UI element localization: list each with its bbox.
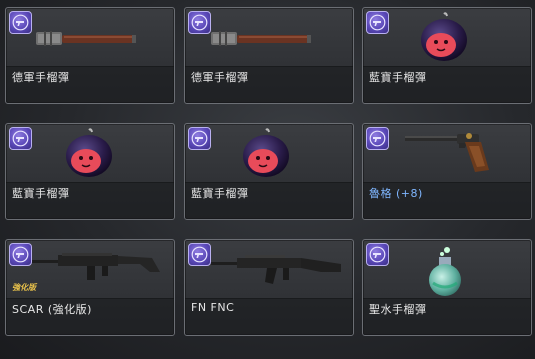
luger-pistol-icon (405, 133, 489, 172)
item-card[interactable]: 德軍手榴彈 (5, 7, 175, 104)
item-card[interactable]: 藍寶手榴彈 (184, 123, 354, 220)
item-name: 德軍手榴彈 (191, 71, 249, 84)
revolver-icon (366, 243, 389, 266)
item-name: 藍寶手榴彈 (12, 187, 70, 200)
item-name: SCAR (強化版) (12, 303, 92, 316)
revolver-icon (9, 127, 32, 150)
fn-fnc-rifle-icon (211, 255, 341, 284)
holy-water-flask-icon (429, 247, 461, 296)
item-name: 魯格 (+8) (369, 187, 423, 200)
item-card[interactable]: 藍寶手榴彈 (5, 123, 175, 220)
revolver-icon (188, 11, 211, 34)
scar-rifle-icon (32, 253, 160, 280)
bomb-grenade-icon (66, 128, 112, 177)
inventory-grid: 德軍手榴彈 德軍手榴彈 藍寶手榴彈 藍寶手榴彈 藍寶手榴彈 魯格 (+8) 強化… (0, 0, 535, 359)
item-name: 藍寶手榴彈 (191, 187, 249, 200)
item-card[interactable]: 魯格 (+8) (362, 123, 532, 220)
item-name: 德軍手榴彈 (12, 71, 70, 84)
revolver-icon (9, 11, 32, 34)
item-card[interactable]: 藍寶手榴彈 (362, 7, 532, 104)
german-grenade-icon (211, 31, 311, 46)
bomb-grenade-icon (243, 128, 289, 177)
german-grenade-icon (36, 31, 136, 46)
item-card[interactable]: FN FNC (184, 239, 354, 336)
revolver-icon (366, 11, 389, 34)
item-name: 藍寶手榴彈 (369, 71, 427, 84)
revolver-icon (188, 243, 211, 266)
revolver-icon (366, 127, 389, 150)
revolver-icon (9, 243, 32, 266)
item-card[interactable]: 強化版 SCAR (強化版) (5, 239, 175, 336)
enhanced-tag: 強化版 (12, 283, 36, 292)
item-card[interactable]: 德軍手榴彈 (184, 7, 354, 104)
item-card[interactable]: 聖水手榴彈 (362, 239, 532, 336)
item-name: FN FNC (191, 301, 235, 314)
item-name: 聖水手榴彈 (369, 303, 427, 316)
bomb-grenade-icon (421, 12, 467, 61)
revolver-icon (188, 127, 211, 150)
